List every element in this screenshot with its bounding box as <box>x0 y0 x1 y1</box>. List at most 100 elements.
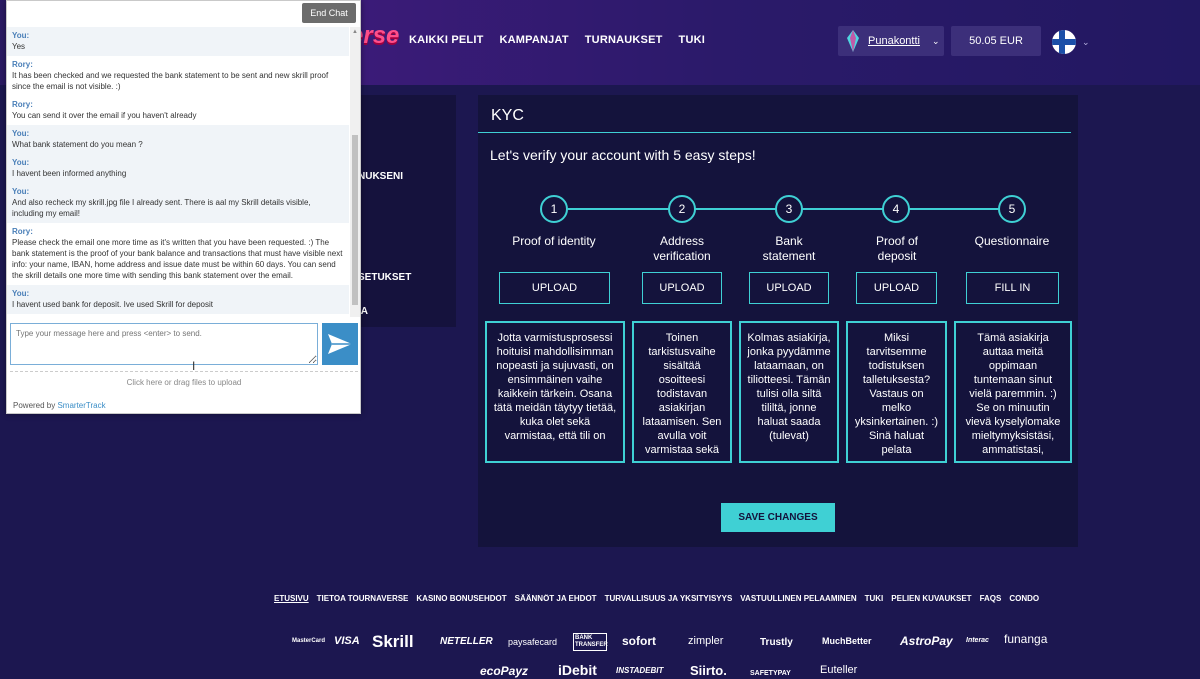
side-menu-item[interactable]: NUKSENI <box>358 171 403 182</box>
footer-link[interactable]: FAQS <box>980 594 1002 603</box>
step-title: Address verification <box>653 234 711 263</box>
kyc-panel: KYC Let's verify your account with 5 eas… <box>478 95 1078 547</box>
language-selector[interactable]: ⌄ <box>1052 30 1090 54</box>
nav-all-games[interactable]: KAIKKI PELIT <box>409 34 484 46</box>
step-number: 5 <box>998 195 1026 223</box>
message-author: You: <box>12 31 30 40</box>
mastercard-logo: MasterCard <box>292 638 326 644</box>
scrollbar-thumb[interactable] <box>352 135 358 305</box>
step-description: Jotta varmistusprosessi hoituisi mahdoll… <box>485 321 625 463</box>
astropay-logo: AstroPay <box>900 634 953 648</box>
chat-message: You: Yes <box>7 27 349 56</box>
footer-link[interactable]: TIETOA TOURNAVERSE <box>317 594 409 603</box>
message-author: You: <box>12 158 30 167</box>
step-number: 1 <box>540 195 568 223</box>
chevron-down-icon: ⌄ <box>1082 36 1090 47</box>
upload-bank-statement-button[interactable]: UPLOAD <box>749 272 829 304</box>
chat-message: You: And also recheck my skrill.jpg file… <box>7 183 349 223</box>
chat-scrollbar[interactable]: ▲ <box>350 27 360 317</box>
visa-logo: VISA <box>334 635 360 647</box>
message-author: Rory: <box>12 60 33 69</box>
bank-transfer-logo: BANK TRANSFER <box>573 633 608 651</box>
message-author: You: <box>12 129 30 138</box>
step-description: Tämä asiakirja auttaa meitä oppimaan tun… <box>954 321 1072 463</box>
finland-flag-icon <box>1052 30 1076 54</box>
account-name: Punakontti <box>868 35 920 47</box>
message-text: Please check the email one more time as … <box>12 238 343 280</box>
footer-link[interactable]: PELIEN KUVAUKSET <box>891 594 971 603</box>
siirto-logo: Siirto. <box>690 663 727 678</box>
message-text: What bank statement do you mean ? <box>12 140 143 149</box>
message-author: Rory: <box>12 100 33 109</box>
chat-transcript[interactable]: You: Yes Rory: It has been checked and w… <box>7 27 349 317</box>
muchbetter-logo: MuchBetter <box>822 636 872 646</box>
step-description: Kolmas asiakirja, jonka pyydämme lataama… <box>739 321 839 463</box>
chat-message: Rory: Please check the email one more ti… <box>7 223 349 285</box>
account-dropdown[interactable]: Punakontti ⌄ <box>838 26 944 56</box>
upload-address-button[interactable]: UPLOAD <box>642 272 722 304</box>
message-text: It has been checked and we requested the… <box>12 71 329 91</box>
euteller-logo: Euteller <box>820 664 858 676</box>
powered-prefix: Powered by <box>13 401 58 410</box>
step-title: Bank statement <box>762 234 816 263</box>
main-nav: KAIKKI PELIT KAMPANJAT TURNAUKSET TUKI <box>409 34 705 46</box>
chat-message: You: I havent been informed anything <box>7 154 349 183</box>
side-menu-item[interactable]: SETUKSET <box>358 272 411 283</box>
neteller-logo: NETELLER <box>440 636 493 647</box>
end-chat-button[interactable]: End Chat <box>302 3 356 23</box>
message-text: You can send it over the email if you ha… <box>12 111 197 120</box>
step-number: 2 <box>668 195 696 223</box>
idebit-logo: iDebit <box>558 662 597 678</box>
footer-link[interactable]: TURVALLISUUS JA YKSITYISYYS <box>605 594 733 603</box>
funanga-logo: funanga <box>1004 632 1048 646</box>
step-description: Miksi tarvitsemme todistuksen talletukse… <box>846 321 947 463</box>
fill-questionnaire-button[interactable]: FILL IN <box>966 272 1059 304</box>
chat-message: Rory: You can send it over the email if … <box>7 96 349 125</box>
step-number: 3 <box>775 195 803 223</box>
save-changes-button[interactable]: SAVE CHANGES <box>721 503 835 532</box>
zimpler-logo: zimpler <box>688 635 724 647</box>
footer-link[interactable]: ETUSIVU <box>274 594 309 603</box>
nav-support[interactable]: TUKI <box>679 34 705 46</box>
scroll-up-arrow-icon[interactable]: ▲ <box>352 29 358 35</box>
nav-tournaments[interactable]: TURNAUKSET <box>585 34 663 46</box>
footer-link[interactable]: SÄÄNNÖT JA EHDOT <box>515 594 597 603</box>
chat-message-input[interactable] <box>10 323 318 365</box>
smartertrack-link[interactable]: SmarterTrack <box>57 401 105 410</box>
step-title: Questionnaire <box>974 234 1050 248</box>
message-text: I havent used bank for deposit. Ive used… <box>12 300 214 309</box>
live-chat-window: End Chat You: Yes Rory: It has been chec… <box>6 0 361 414</box>
ecopayz-logo: ecoPayz <box>480 664 529 678</box>
send-message-button[interactable] <box>322 323 358 365</box>
safetypay-logo: SAFETYPAY <box>750 670 791 677</box>
message-author: You: <box>12 187 30 196</box>
instadebit-logo: INSTADEBIT <box>616 666 664 675</box>
skrill-logo: Skrill <box>372 632 414 651</box>
upload-deposit-button[interactable]: UPLOAD <box>856 272 937 304</box>
footer-link[interactable]: CONDO <box>1009 594 1039 603</box>
message-text: I havent been informed anything <box>12 169 127 178</box>
step-number: 4 <box>882 195 910 223</box>
trustly-logo: Trustly <box>760 637 793 648</box>
footer-link[interactable]: TUKI <box>865 594 884 603</box>
balance-display[interactable]: 50.05 EUR <box>951 26 1041 56</box>
nav-campaigns[interactable]: KAMPANJAT <box>500 34 569 46</box>
send-icon <box>328 334 352 354</box>
powered-by: Powered by SmarterTrack <box>13 401 106 410</box>
footer-link[interactable]: KASINO BONUSEHDOT <box>416 594 506 603</box>
message-text: And also recheck my skrill.jpg file I al… <box>12 198 311 218</box>
message-author: Rory: <box>12 227 33 236</box>
file-upload-dropzone[interactable]: Click here or drag files to upload <box>10 371 358 393</box>
avatar-gem-icon <box>847 30 859 52</box>
chevron-down-icon: ⌄ <box>931 35 940 46</box>
message-text: Yes <box>12 42 26 51</box>
footer-link[interactable]: VASTUULLINEN PELAAMINEN <box>740 594 856 603</box>
sofort-logo: sofort <box>622 634 656 648</box>
interac-logo: Interac <box>966 637 989 644</box>
footer-links: ETUSIVU TIETOA TOURNAVERSE KASINO BONUSE… <box>274 594 1079 603</box>
paysafecard-logo: paysafecard <box>508 637 558 647</box>
upload-identity-button[interactable]: UPLOAD <box>499 272 610 304</box>
kyc-title: KYC <box>491 107 524 124</box>
message-author: You: <box>12 289 30 298</box>
step-title: Proof of identity <box>512 234 596 248</box>
